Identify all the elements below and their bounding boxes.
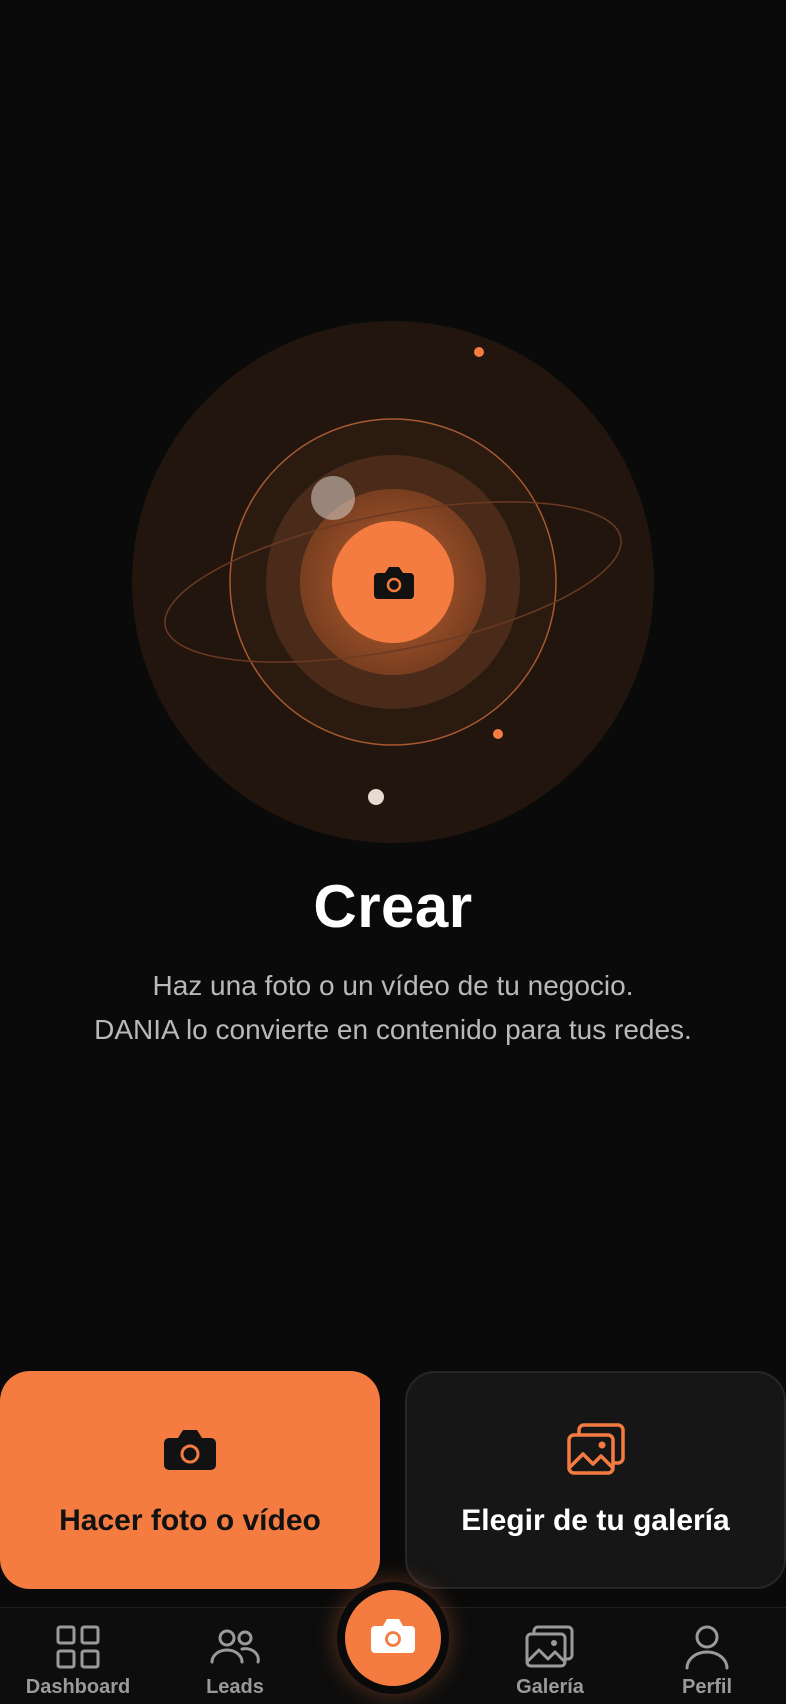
- tab-dashboard-label: Dashboard: [25, 1676, 131, 1698]
- moon-large: [311, 476, 355, 520]
- dashboard-icon: [55, 1622, 101, 1672]
- tab-leads[interactable]: Leads: [170, 1622, 300, 1699]
- gallery-icon: [524, 1622, 576, 1672]
- page-title: Crear: [313, 873, 473, 940]
- tab-leads-label: Leads: [206, 1676, 264, 1698]
- orbit-graphic: [132, 321, 654, 843]
- tab-create-button[interactable]: [345, 1590, 441, 1686]
- create-screen: Crear Haz una foto o un vídeo de tu nego…: [0, 0, 786, 1704]
- tab-gallery-label: Galería: [516, 1676, 584, 1698]
- choose-gallery-label: Elegir de tu galería: [461, 1504, 730, 1537]
- profile-icon: [684, 1622, 730, 1672]
- tab-profile-label: Perfil: [681, 1676, 733, 1698]
- tab-gallery[interactable]: Galería: [485, 1622, 615, 1699]
- users-icon: [209, 1622, 261, 1672]
- dot-top: [474, 347, 484, 357]
- take-photo-label: Hacer foto o vídeo: [59, 1504, 321, 1537]
- subtitle-line-2: DANIA lo convierte en contenido para tus…: [94, 1014, 692, 1045]
- camera-icon: [163, 1422, 217, 1478]
- hero-illustration: [0, 0, 786, 880]
- gallery-icon: [565, 1422, 627, 1478]
- choose-gallery-button[interactable]: Elegir de tu galería: [405, 1371, 786, 1589]
- dot-right: [493, 729, 503, 739]
- page-subtitle: Haz una foto o un vídeo de tu negocio. D…: [0, 964, 786, 1052]
- tab-profile[interactable]: Perfil: [642, 1622, 772, 1699]
- subtitle-line-1: Haz una foto o un vídeo de tu negocio.: [152, 970, 634, 1001]
- camera-icon: [370, 1617, 416, 1660]
- dot-bottom: [368, 789, 384, 805]
- take-photo-button[interactable]: Hacer foto o vídeo: [0, 1371, 380, 1589]
- tab-dashboard[interactable]: Dashboard: [13, 1622, 143, 1699]
